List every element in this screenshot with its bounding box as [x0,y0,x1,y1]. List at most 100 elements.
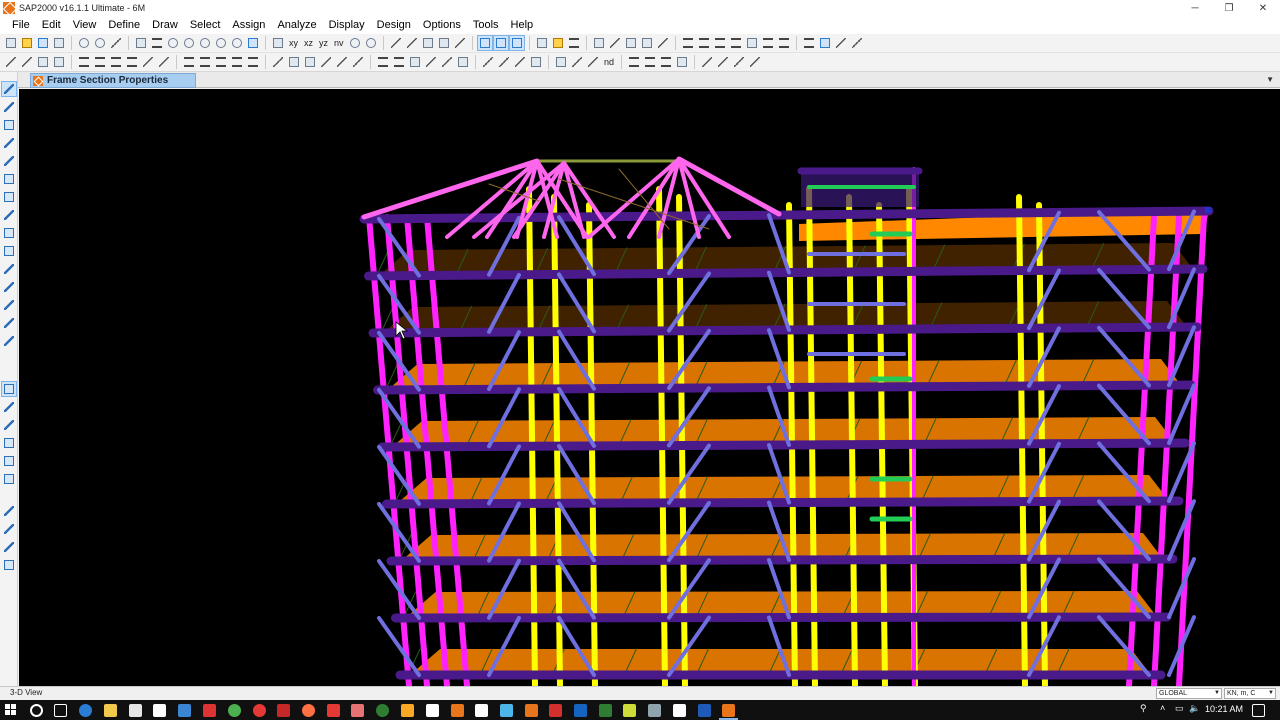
paste-icon[interactable] [640,36,654,50]
edge-browser-icon[interactable] [79,704,92,717]
draw-frame-tool-icon[interactable] [2,136,16,150]
menu-tools[interactable]: Tools [467,16,505,34]
structural-model-drawing[interactable] [19,89,1280,686]
clear-selection-icon[interactable] [529,55,543,69]
people-icon[interactable]: ⚲ [1140,703,1147,714]
print-icon[interactable] [52,36,66,50]
tab-frame-section-properties[interactable]: Frame Section Properties [30,73,196,88]
join-frames-icon[interactable] [729,36,743,50]
app-icon-gray[interactable] [648,704,661,717]
app-icon-green[interactable] [376,704,389,717]
draw-curved-frame-icon[interactable] [2,208,16,222]
zoom-in-icon[interactable] [182,36,196,50]
rubber-band-zoom-icon[interactable] [166,36,180,50]
units-select[interactable]: KN, m, C ▼ [1224,688,1276,699]
draw-rect-area-icon[interactable] [2,244,16,258]
draw-joint-icon[interactable] [2,118,16,132]
reshape-tool-icon[interactable] [2,100,16,114]
app-icon-red-2[interactable] [327,704,340,717]
show-stress-icon[interactable] [440,55,454,69]
draw-link-tool-icon[interactable] [2,190,16,204]
select-all-tool-icon[interactable] [2,504,16,518]
snap-to-ends-icon[interactable] [2,400,16,414]
opera-icon[interactable] [253,704,266,717]
assign-to-group-icon[interactable] [453,36,467,50]
show-undeformed-icon[interactable] [551,36,565,50]
quick-draw-columns-icon[interactable] [659,55,673,69]
joint-masses-icon[interactable] [36,55,50,69]
tab-list-dropdown[interactable]: ▼ [1266,75,1274,84]
distributed-loads-icon[interactable] [230,55,244,69]
excel-icon[interactable] [599,704,612,717]
move-icon[interactable] [697,36,711,50]
menu-design[interactable]: Design [371,16,417,34]
snap-to-intersections-icon[interactable] [2,418,16,432]
run-analysis-icon[interactable] [150,36,164,50]
zoom-fit-icon[interactable] [214,36,228,50]
notes-icon[interactable] [623,704,636,717]
nd-button[interactable]: nd [602,55,616,69]
frame-releases-icon[interactable] [93,55,107,69]
replicate-icon[interactable] [681,36,695,50]
merge-points-icon[interactable] [777,36,791,50]
app-icon-cone[interactable] [401,704,414,717]
clear-selection-tool-icon[interactable] [2,540,16,554]
draw-dimension-tool-icon[interactable] [2,316,16,330]
notifications-icon[interactable] [1252,704,1265,717]
snap-to-fine-grid-icon[interactable] [2,472,16,486]
new-model-icon[interactable] [4,36,18,50]
section-designer-icon[interactable] [592,36,606,50]
refresh-icon[interactable] [109,36,123,50]
menu-edit[interactable]: Edit [36,16,67,34]
draw-solid-icon[interactable] [570,55,584,69]
insertion-point-icon[interactable] [141,55,155,69]
menu-analyze[interactable]: Analyze [271,16,322,34]
media-player-icon[interactable] [277,704,290,717]
delete-icon[interactable] [656,36,670,50]
quick-draw-braces-tool-icon[interactable] [2,172,16,186]
select-all-icon[interactable] [481,55,495,69]
sap2000-taskbar-icon[interactable] [451,704,464,717]
frame-section-icon[interactable] [802,36,816,50]
show-axial-icon[interactable] [392,55,406,69]
quick-draw-icon[interactable] [586,55,600,69]
move-up-icon[interactable] [389,36,403,50]
menu-select[interactable]: Select [184,16,227,34]
copy-icon[interactable] [624,36,638,50]
menu-help[interactable]: Help [505,16,540,34]
snap-icon[interactable] [508,35,525,51]
draw-tendon-icon[interactable] [335,55,349,69]
design-icon[interactable] [834,36,848,50]
quick-draw-area-icon[interactable] [675,55,689,69]
xz-view-button[interactable]: xz [302,36,315,50]
close-button[interactable]: ✕ [1246,0,1280,16]
draw-cable-icon[interactable] [319,55,333,69]
save-icon[interactable] [36,36,50,50]
quick-draw-beams-icon[interactable] [643,55,657,69]
frame-loads-icon[interactable] [198,55,212,69]
cut-icon[interactable] [608,36,622,50]
3d-view-icon[interactable] [271,36,285,50]
nv-view-button[interactable]: nv [332,36,346,50]
firefox-icon[interactable] [302,704,315,717]
draw-frame-icon[interactable] [271,55,285,69]
show-reactions-icon[interactable] [456,55,470,69]
menu-options[interactable]: Options [417,16,467,34]
display-tables-icon[interactable] [818,36,832,50]
grid-icon[interactable] [535,36,549,50]
draw-poly-area-icon[interactable] [700,55,714,69]
joint-restraints-icon[interactable] [4,55,18,69]
coordinate-system-select[interactable]: GLOBAL ▼ [1156,688,1222,699]
document-icon[interactable] [475,704,488,717]
chrome-icon[interactable] [228,704,241,717]
menu-draw[interactable]: Draw [146,16,184,34]
3d-model-viewport[interactable] [19,89,1280,686]
windows-start-icon[interactable] [5,704,17,716]
quick-draw-area-tool-icon[interactable] [2,262,16,276]
draw-section-cut-tool-icon[interactable] [2,298,16,312]
outlook-icon[interactable] [574,704,587,717]
draw-link-icon[interactable] [351,55,365,69]
set-display-options-icon[interactable] [437,36,451,50]
intersecting-line-select-icon[interactable] [2,558,16,572]
network-icon[interactable]: ▭ [1175,703,1184,714]
